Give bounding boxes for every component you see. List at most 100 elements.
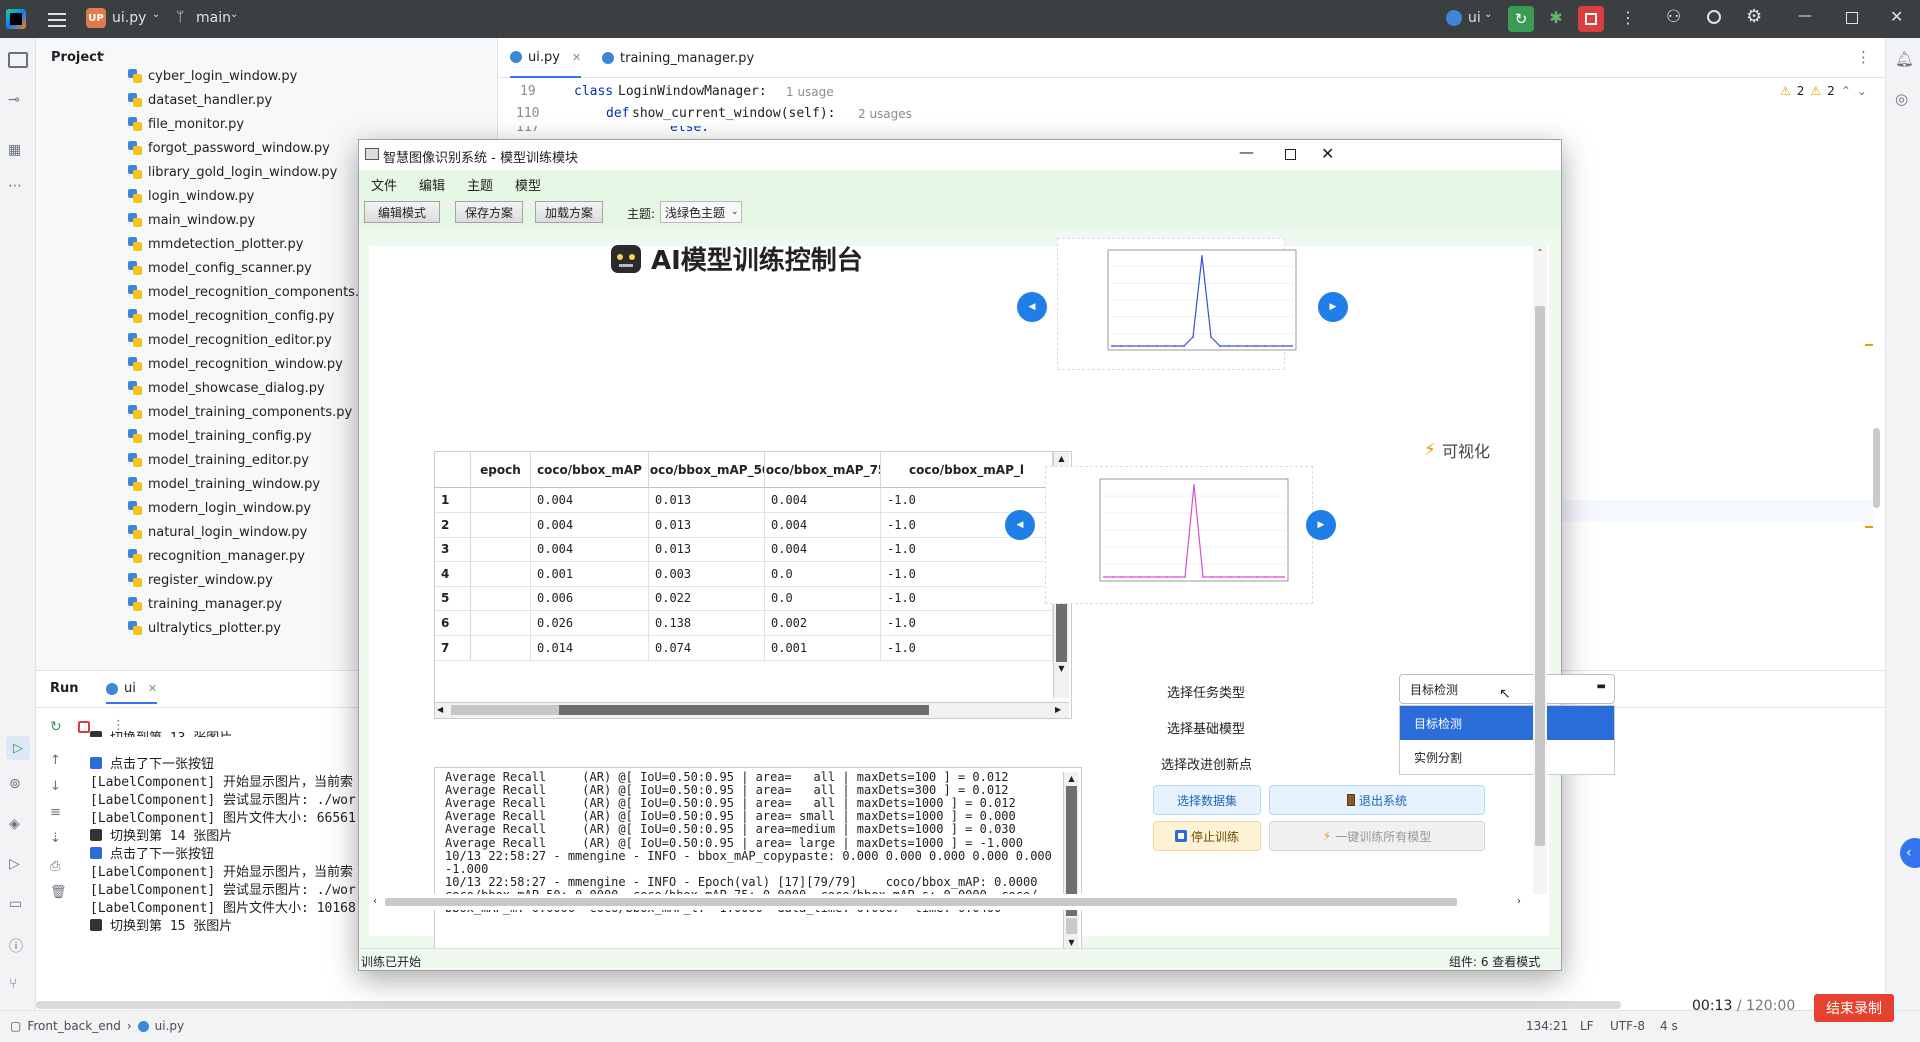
restore-icon[interactable] (1846, 12, 1858, 24)
run-tool-icon[interactable]: ▷ (6, 736, 30, 760)
table-cell[interactable] (471, 586, 531, 612)
chevron-down-icon[interactable]: ⌄ (1857, 84, 1867, 98)
table-cell[interactable]: 0.004 (531, 488, 649, 513)
line-separator[interactable]: LF (1580, 1019, 1594, 1033)
table-cell[interactable]: 0.003 (649, 561, 765, 587)
add-user-icon[interactable]: ⚇ (1666, 7, 1681, 27)
table-cell[interactable]: 0.074 (649, 635, 765, 661)
run-hscrollbar[interactable] (36, 1001, 1621, 1009)
debug-icon[interactable]: ✱ (1546, 8, 1566, 30)
row-header[interactable]: 7 (435, 635, 471, 661)
file-item[interactable]: file_monitor.py (128, 112, 244, 136)
file-item[interactable]: dataset_handler.py (128, 88, 272, 112)
file-item[interactable]: model_showcase_dialog.py (128, 376, 325, 400)
print-icon[interactable]: ⎙ (50, 859, 60, 874)
load-plan-button[interactable]: 加载方案 (535, 201, 603, 223)
caret-position[interactable]: 134:21 (1526, 1019, 1568, 1033)
menu-theme[interactable]: 主题 (467, 175, 493, 194)
table-cell[interactable] (471, 512, 531, 538)
wrap-icon[interactable]: ≡ (50, 805, 61, 820)
row-header[interactable]: 1 (435, 488, 471, 513)
close-icon[interactable]: ✕ (1890, 7, 1903, 26)
close-icon[interactable]: ✕ (148, 682, 157, 695)
rerun-icon[interactable]: ↻ (50, 719, 62, 735)
row-header[interactable]: 4 (435, 561, 471, 587)
menu-file[interactable]: 文件 (371, 175, 397, 194)
column-header[interactable]: coco/bbox_mAP_l (881, 452, 1053, 488)
table-cell[interactable]: 0.004 (531, 537, 649, 563)
table-cell[interactable]: -1.0 (881, 611, 1053, 636)
scroll-thumb[interactable] (559, 705, 929, 715)
services-icon[interactable]: ▷ (9, 856, 20, 872)
table-cell[interactable]: -1.0 (881, 537, 1053, 563)
more-icon[interactable]: ⋮ (1856, 48, 1871, 66)
maximize-icon[interactable] (1285, 149, 1296, 160)
column-header[interactable]: coco/bbox_mAP (531, 452, 649, 488)
row-header[interactable]: 3 (435, 537, 471, 563)
arrow-down-icon[interactable]: ▼ (1054, 662, 1069, 676)
table-cell[interactable]: 0.004 (765, 512, 881, 538)
next-chart-button[interactable]: ▶ (1318, 292, 1348, 322)
table-cell[interactable]: 0.138 (649, 611, 765, 636)
table-cell[interactable]: 0.004 (765, 488, 881, 513)
file-item[interactable]: mmdetection_plotter.py (128, 232, 303, 256)
table-cell[interactable] (471, 537, 531, 563)
file-item[interactable]: model_config_scanner.py (128, 256, 312, 280)
file-item[interactable]: main_window.py (128, 208, 255, 232)
stop-icon[interactable] (1578, 6, 1604, 32)
file-item[interactable]: recognition_manager.py (128, 544, 305, 568)
prev-chart-button[interactable]: ◀ (1017, 292, 1047, 322)
indent-setting[interactable]: 4 s (1660, 1019, 1678, 1033)
arrow-up-icon[interactable]: ▲ (1064, 772, 1079, 786)
close-icon[interactable]: ✕ (1321, 144, 1334, 163)
arrow-up-icon[interactable]: ▲ (1054, 452, 1069, 466)
commit-icon[interactable]: ⊸ (8, 92, 20, 108)
row-header[interactable]: 5 (435, 586, 471, 612)
git-icon[interactable]: ⑂ (9, 976, 17, 992)
more-tools-icon[interactable]: ⋯ (8, 178, 22, 194)
more-icon[interactable]: ⋮ (1620, 8, 1636, 27)
file-item[interactable]: ultralytics_plotter.py (128, 616, 281, 640)
arrow-right-icon[interactable]: ▶ (1055, 705, 1061, 714)
usage-hint[interactable]: 1 usage (786, 85, 834, 99)
problems-icon[interactable]: ⓘ (9, 936, 23, 956)
table-cell[interactable]: -1.0 (881, 488, 1053, 513)
file-item[interactable]: login_window.py (128, 184, 254, 208)
table-cell[interactable]: 0.022 (649, 586, 765, 612)
row-header[interactable]: 6 (435, 611, 471, 636)
arrow-up-icon[interactable]: ↑ (50, 753, 61, 768)
close-icon[interactable]: ✕ (572, 51, 581, 64)
file-item[interactable]: training_manager.py (128, 592, 282, 616)
column-header[interactable]: epoch (471, 452, 531, 488)
file-item[interactable]: forgot_password_window.py (128, 136, 330, 160)
ai-assistant-icon[interactable]: ◎ (1895, 90, 1908, 108)
scroll-thumb[interactable] (1535, 306, 1545, 846)
terminal-icon[interactable]: ▭ (9, 896, 22, 912)
arrow-left-icon[interactable]: ◀ (437, 705, 443, 714)
chevron-left-icon[interactable]: ‹ (373, 896, 377, 907)
usage-hint[interactable]: 2 usages (858, 107, 912, 121)
file-item[interactable]: model_training_config.py (128, 424, 312, 448)
file-item[interactable]: model_training_components.py (128, 400, 352, 424)
chevron-right-icon[interactable]: › (1517, 896, 1521, 907)
main-menu-icon[interactable] (48, 10, 66, 28)
folder-icon[interactable] (8, 52, 28, 68)
layers-icon[interactable]: ◈ (9, 816, 20, 832)
table-cell[interactable]: 0.001 (765, 635, 881, 661)
table-cell[interactable]: 0.001 (531, 561, 649, 587)
file-item[interactable]: cyber_login_window.py (128, 64, 297, 88)
column-header[interactable]: coco/bbox_mAP_50 (649, 452, 765, 488)
dropdown-option[interactable]: 实例分割 (1400, 740, 1614, 774)
breadcrumb-item[interactable]: ui.py (155, 1019, 184, 1033)
table-cell[interactable]: -1.0 (881, 586, 1053, 612)
stop-icon[interactable] (78, 721, 90, 733)
table-cell[interactable]: 0.0 (765, 561, 881, 587)
breadcrumb-item[interactable]: Front_back_end (27, 1019, 120, 1033)
table-hscrollbar[interactable]: ◀ ▶ (435, 702, 1069, 718)
table-cell[interactable]: 0.026 (531, 611, 649, 636)
menu-model[interactable]: 模型 (515, 175, 541, 194)
structure-icon[interactable]: ▦ (8, 142, 21, 158)
table-cell[interactable]: -1.0 (881, 561, 1053, 587)
next-chart-button[interactable]: ▶ (1306, 510, 1336, 540)
save-plan-button[interactable]: 保存方案 (455, 201, 523, 223)
